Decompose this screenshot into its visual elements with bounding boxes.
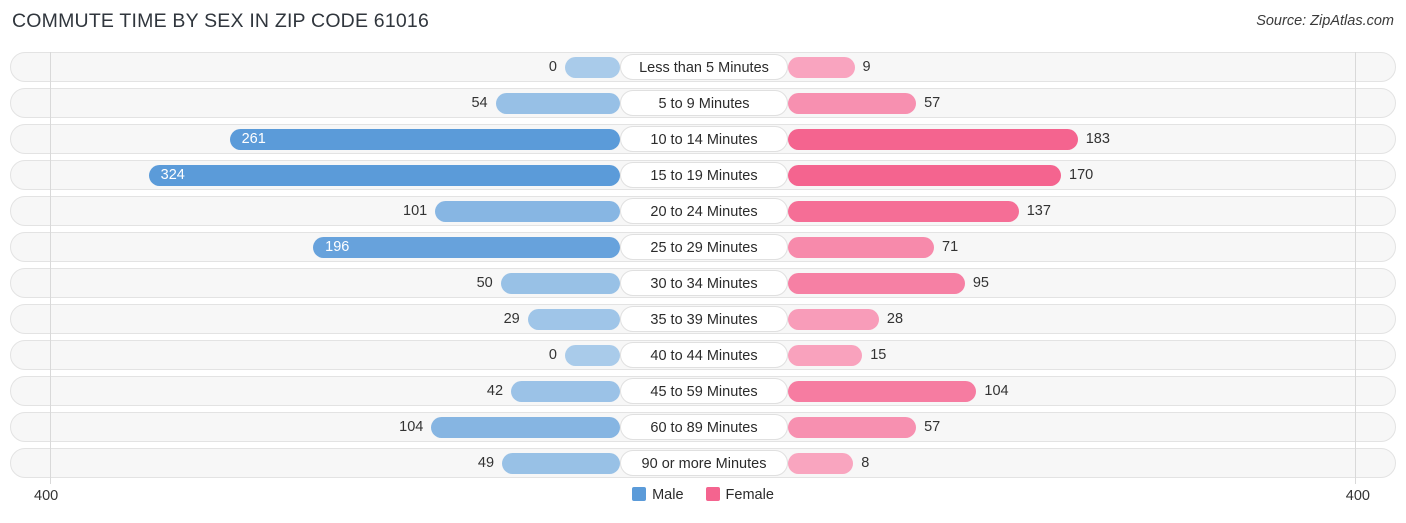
legend-label: Female [725, 487, 774, 504]
bar-value-male: 49 [477, 455, 495, 471]
bar-female[interactable] [788, 417, 917, 438]
bar-female[interactable] [788, 201, 1019, 222]
table-row: 196 71 25 to 29 Minutes [10, 232, 1396, 262]
bar-value-male: 0 [548, 347, 557, 363]
bar-female[interactable] [788, 57, 855, 78]
bar-male[interactable] [565, 57, 620, 78]
bar-value-male: 42 [486, 383, 504, 399]
category-label-pill: 60 to 89 Minutes [620, 414, 788, 440]
bar-value-female: 28 [886, 311, 904, 327]
axis-line-right [1355, 52, 1356, 484]
bar-value-female: 8 [861, 455, 870, 471]
bar-value-female: 183 [1085, 131, 1110, 147]
bar-value-male: 196 [325, 239, 350, 255]
bar-female[interactable] [788, 381, 977, 402]
table-row: 54 57 5 to 9 Minutes [10, 88, 1396, 118]
category-label-pill: 20 to 24 Minutes [620, 198, 788, 224]
bar-female[interactable] [788, 237, 935, 258]
bar-female[interactable] [788, 129, 1078, 150]
bar-value-female: 95 [972, 275, 989, 291]
table-row: 0 9 Less than 5 Minutes [10, 52, 1396, 82]
bar-female[interactable] [788, 93, 917, 114]
table-row: 104 57 60 to 89 Minutes [10, 412, 1396, 442]
table-row: 324 170 15 to 19 Minutes [10, 160, 1396, 190]
category-label-pill: 35 to 39 Minutes [620, 306, 788, 332]
bar-female[interactable] [788, 453, 854, 474]
chart-header: COMMUTE TIME BY SEX IN ZIP CODE 61016 So… [0, 0, 1406, 44]
bar-male[interactable] [511, 381, 620, 402]
table-row: 42 104 45 to 59 Minutes [10, 376, 1396, 406]
bar-female[interactable] [788, 273, 965, 294]
bar-value-male: 0 [548, 59, 557, 75]
legend-swatch-icon [705, 487, 720, 501]
table-row: 29 28 35 to 39 Minutes [10, 304, 1396, 334]
chart-legend: Male Female [0, 487, 1406, 503]
category-label-pill: 45 to 59 Minutes [620, 378, 788, 404]
bar-value-female: 57 [924, 419, 941, 435]
table-row: 0 15 40 to 44 Minutes [10, 340, 1396, 370]
bar-value-male: 261 [241, 131, 266, 147]
table-row: 261 183 10 to 14 Minutes [10, 124, 1396, 154]
bar-value-male: 50 [476, 275, 493, 291]
bar-value-male: 104 [399, 419, 424, 435]
bar-value-female: 15 [870, 347, 887, 363]
legend-label: Male [652, 487, 684, 504]
plot-area: 0 9 Less than 5 Minutes 54 57 5 to 9 Minutes 2… [10, 52, 1396, 484]
bar-male[interactable] [431, 417, 620, 438]
bar-male[interactable] [527, 309, 620, 330]
bar-male[interactable] [500, 273, 620, 294]
category-label-pill: 15 to 19 Minutes [620, 162, 788, 188]
bar-male[interactable] [495, 93, 620, 114]
source-attribution: Source: ZipAtlas.com [1256, 13, 1394, 29]
page-title: COMMUTE TIME BY SEX IN ZIP CODE 61016 [12, 10, 430, 32]
bar-female[interactable] [788, 165, 1062, 186]
bar-value-male: 324 [160, 167, 185, 183]
bar-value-female: 71 [942, 239, 959, 255]
bar-value-male: 101 [403, 203, 428, 219]
bar-value-female: 137 [1026, 203, 1051, 219]
legend-item-male[interactable]: Male [632, 487, 684, 504]
chart-footer: 400 400 Male Female [0, 486, 1406, 523]
bar-value-female: 170 [1069, 167, 1094, 183]
legend-item-female[interactable]: Female [705, 487, 774, 504]
bar-male[interactable] [565, 345, 620, 366]
bar-value-male: 54 [471, 95, 488, 111]
bar-male[interactable] [435, 201, 620, 222]
category-label-pill: 25 to 29 Minutes [620, 234, 788, 260]
category-label-pill: 5 to 9 Minutes [620, 90, 788, 116]
category-label-pill: 90 or more Minutes [620, 450, 788, 476]
bar-female[interactable] [788, 345, 863, 366]
bar-value-female: 104 [984, 383, 1009, 399]
table-row: 50 95 30 to 34 Minutes [10, 268, 1396, 298]
category-label-pill: 30 to 34 Minutes [620, 270, 788, 296]
commute-time-chart: COMMUTE TIME BY SEX IN ZIP CODE 61016 So… [0, 0, 1406, 523]
category-label-pill: 40 to 44 Minutes [620, 342, 788, 368]
bar-value-male: 29 [503, 311, 520, 327]
category-label-pill: 10 to 14 Minutes [620, 126, 788, 152]
category-label-pill: Less than 5 Minutes [620, 54, 788, 80]
bar-male[interactable] [502, 453, 620, 474]
legend-swatch-icon [632, 487, 647, 501]
table-row: 49 8 90 or more Minutes [10, 448, 1396, 478]
bar-value-female: 9 [862, 59, 871, 75]
table-row: 101 137 20 to 24 Minutes [10, 196, 1396, 226]
axis-line-left [50, 52, 51, 484]
bar-value-female: 57 [924, 95, 941, 111]
bar-female[interactable] [788, 309, 879, 330]
